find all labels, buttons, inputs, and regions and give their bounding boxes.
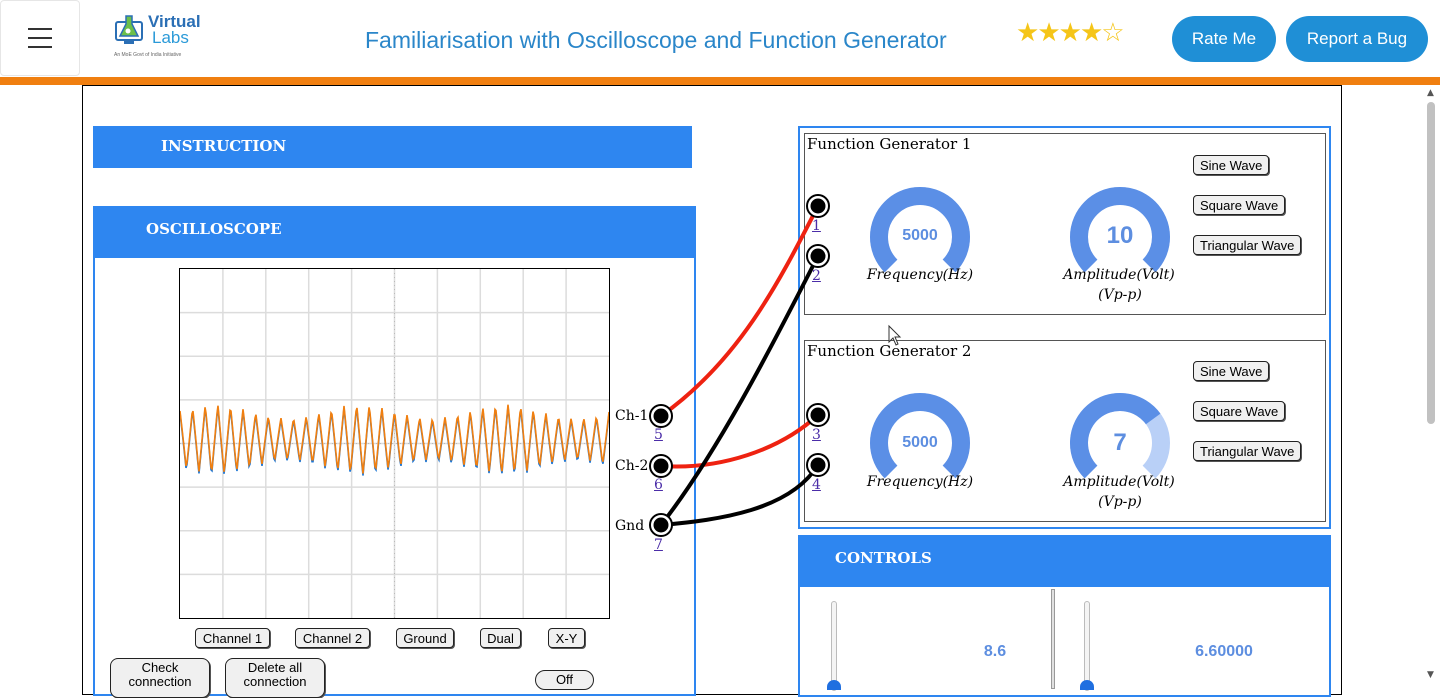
terminal-1-link[interactable]: 1: [812, 218, 821, 234]
instruction-label: INSTRUCTION: [161, 137, 287, 155]
page-title: Familiarisation with Oscilloscope and Fu…: [365, 27, 947, 53]
page-scrollbar[interactable]: ▲ ▼: [1424, 86, 1440, 686]
fg1-amplitude-value: 10: [1106, 222, 1134, 249]
terminal-6-link[interactable]: 6: [654, 477, 663, 493]
report-bug-button[interactable]: Report a Bug: [1286, 16, 1428, 62]
menu-line: [28, 46, 52, 48]
controls-divider: [1051, 589, 1055, 689]
fg1-sine-wave-button[interactable]: Sine Wave: [1193, 155, 1270, 175]
gnd-terminal-label: Gnd: [615, 518, 645, 534]
menu-line: [28, 28, 52, 30]
controls-panel: [798, 587, 1331, 697]
star-rating[interactable]: ★★★★☆: [1016, 18, 1125, 48]
fg2-sine-wave-button[interactable]: Sine Wave: [1193, 361, 1270, 381]
controls-header: CONTROLS: [798, 535, 1331, 587]
delete-connection-button[interactable]: Delete all connection: [225, 658, 325, 698]
fg2-amplitude-unit: (Vp-p): [1098, 494, 1142, 510]
ground-button[interactable]: Ground: [396, 628, 454, 648]
control-slider-2[interactable]: [1084, 601, 1090, 691]
terminal-5-link[interactable]: 5: [654, 427, 663, 443]
menu-line: [28, 37, 52, 39]
control-slider-2-thumb[interactable]: [1080, 680, 1094, 690]
channel1-button[interactable]: Channel 1: [195, 628, 270, 648]
oscilloscope-screen: [179, 268, 610, 619]
terminal-4-link[interactable]: 4: [812, 477, 821, 493]
fg2-title: Function Generator 2: [807, 342, 972, 360]
rate-me-button[interactable]: Rate Me: [1172, 16, 1276, 62]
scrollbar-thumb[interactable]: [1427, 102, 1435, 424]
flask-icon: [115, 15, 143, 44]
check-connection-button[interactable]: Check connection: [110, 658, 210, 698]
scroll-down-icon[interactable]: ▼: [1427, 670, 1434, 680]
logo-text-labs: Labs: [152, 28, 189, 47]
fg1-frequency-value: 5000: [902, 227, 938, 244]
hamburger-menu-button[interactable]: [0, 0, 80, 76]
instruction-header[interactable]: INSTRUCTION: [93, 126, 692, 168]
terminal-2-link[interactable]: 2: [812, 268, 821, 284]
terminal-3-link[interactable]: 3: [812, 427, 821, 443]
star-filled-icon[interactable]: ★: [1080, 18, 1103, 48]
control-slider-1-thumb[interactable]: [827, 680, 841, 690]
virtual-labs-logo[interactable]: Virtual Labs An MoE Govt of India Initia…: [108, 10, 208, 64]
control-knob-2-value: 6.60000: [1195, 643, 1253, 660]
ch1-terminal-label: Ch-1: [615, 408, 649, 424]
controls-label: CONTROLS: [835, 549, 932, 567]
control-slider-1[interactable]: [831, 601, 837, 691]
fg1-title: Function Generator 1: [807, 135, 972, 153]
fg2-amplitude-label: Amplitude(Volt): [1063, 474, 1175, 490]
star-filled-icon[interactable]: ★: [1016, 18, 1039, 48]
power-off-button[interactable]: Off: [535, 670, 594, 690]
logo-subtitle: An MoE Govt of India Initiative: [114, 52, 182, 58]
ch2-terminal-label: Ch-2: [615, 458, 649, 474]
fg2-triangular-wave-button[interactable]: Triangular Wave: [1193, 441, 1302, 461]
oscilloscope-header: OSCILLOSCOPE: [93, 206, 696, 258]
scroll-up-icon[interactable]: ▲: [1427, 88, 1434, 98]
channel2-button[interactable]: Channel 2: [295, 628, 370, 648]
fg1-frequency-label: Frequency(Hz): [866, 267, 974, 283]
star-empty-icon[interactable]: ☆: [1101, 18, 1124, 48]
terminal-7-link[interactable]: 7: [654, 537, 663, 553]
fg2-amplitude-value: 7: [1113, 429, 1127, 456]
fg2-frequency-label: Frequency(Hz): [866, 474, 974, 490]
star-filled-icon[interactable]: ★: [1037, 18, 1060, 48]
scope-display: [179, 269, 610, 618]
fg1-square-wave-button[interactable]: Square Wave: [1193, 195, 1286, 215]
fg1-triangular-wave-button[interactable]: Triangular Wave: [1193, 235, 1302, 255]
control-knob-1-value: 8.6: [983, 643, 1007, 660]
oscilloscope-label: OSCILLOSCOPE: [146, 220, 282, 238]
dual-button[interactable]: Dual: [480, 628, 521, 648]
fg1-amplitude-label: Amplitude(Volt): [1063, 267, 1175, 283]
fg1-amplitude-unit: (Vp-p): [1098, 287, 1142, 303]
fg2-square-wave-button[interactable]: Square Wave: [1193, 401, 1286, 421]
xy-button[interactable]: X-Y: [548, 628, 585, 648]
star-filled-icon[interactable]: ★: [1059, 18, 1082, 48]
fg2-frequency-value: 5000: [902, 434, 938, 451]
header-divider: [0, 77, 1440, 85]
